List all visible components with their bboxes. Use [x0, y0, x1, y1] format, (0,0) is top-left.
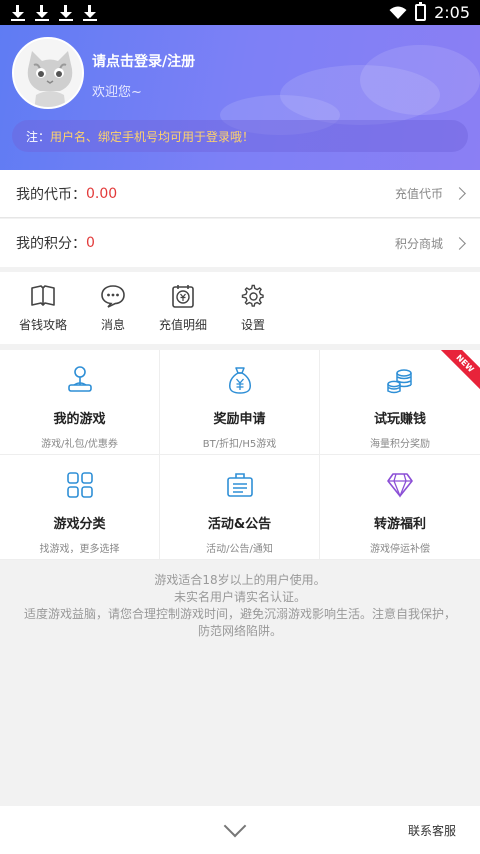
- feature-activities-announcements[interactable]: 活动&公告 活动/公告/通知: [160, 455, 320, 560]
- chevron-right-icon: [453, 236, 466, 250]
- tool-settings[interactable]: 设置: [218, 272, 288, 344]
- profile-header: 请点击登录/注册 欢迎您~ 注： 用户名、绑定手机号均可用于登录哦！: [0, 25, 480, 170]
- login-register-link[interactable]: 请点击登录/注册: [92, 51, 195, 71]
- tool-money-saving-guide[interactable]: 省钱攻略: [8, 272, 78, 344]
- feature-title: 奖励申请: [213, 412, 266, 427]
- login-notice: 注： 用户名、绑定手机号均可用于登录哦！: [12, 120, 468, 152]
- feature-title: 试玩赚钱: [373, 412, 426, 427]
- gear-icon: [241, 284, 264, 307]
- tip-line: 未实名用户请实名认证。: [173, 590, 306, 604]
- recharge-coin-link[interactable]: 充值代币: [394, 185, 466, 202]
- feature-transfer-benefits[interactable]: 转游福利 游戏停运补偿: [320, 455, 480, 560]
- points-value: 0: [86, 235, 95, 251]
- feature-grid: 我的游戏 游戏/礼包/优惠券 奖励申请 BT/折扣/H5游戏 NEW 试玩赚钱 …: [0, 350, 480, 560]
- tool-messages[interactable]: 消息: [78, 272, 148, 344]
- coin-label: 我的代币：: [16, 186, 86, 203]
- feature-title: 游戏分类: [53, 517, 106, 532]
- welcome-text: 欢迎您~: [92, 85, 142, 100]
- tip-line: 适度游戏益脑，请您合理控制游戏时间，避免沉溺游戏影响生活。注意自我保护，防范网络…: [23, 607, 456, 638]
- feature-my-games[interactable]: 我的游戏 游戏/礼包/优惠券: [0, 350, 160, 455]
- money-bag-icon: [228, 367, 251, 394]
- status-bar: 2:05: [0, 0, 480, 25]
- download-icon: [10, 4, 26, 22]
- feature-subtitle: BT/折扣/H5游戏: [202, 439, 277, 450]
- chevron-right-icon: [453, 187, 466, 200]
- download-icon: [34, 4, 50, 22]
- tool-label: 设置: [240, 318, 265, 332]
- cat-avatar-icon: [14, 39, 82, 107]
- coin-value: 0.00: [86, 185, 118, 202]
- quick-tools: 省钱攻略 消息 充值明细 设置: [0, 272, 480, 344]
- feature-title: 我的游戏: [53, 412, 106, 427]
- chat-bubble-icon: [101, 285, 125, 308]
- wifi-icon: [389, 6, 407, 19]
- notice-prefix: 注：: [26, 129, 51, 144]
- recharge-coin-label: 充值代币: [394, 187, 443, 201]
- grid-icon: [66, 472, 93, 498]
- feature-reward-application[interactable]: 奖励申请 BT/折扣/H5游戏: [160, 350, 320, 455]
- bottom-bar: 联系客服: [0, 806, 480, 854]
- feature-subtitle: 找游戏，更多选择: [39, 544, 120, 555]
- notice-text: 用户名、绑定手机号均可用于登录哦！: [50, 129, 255, 144]
- avatar[interactable]: [12, 37, 84, 109]
- notice-board-icon: [226, 473, 253, 497]
- points-mall-label: 积分商城: [394, 236, 443, 251]
- recharge-detail-icon: [172, 285, 194, 308]
- coins-icon: [387, 369, 412, 394]
- feature-subtitle: 游戏停运补偿: [370, 544, 430, 555]
- coin-row[interactable]: 我的代币： 0.00 充值代币: [0, 170, 480, 218]
- feature-subtitle: 海量积分奖励: [370, 439, 430, 450]
- download-icon: [58, 4, 74, 22]
- points-row[interactable]: 我的积分： 0 积分商城: [0, 219, 480, 267]
- contact-support-button[interactable]: 联系客服: [408, 822, 456, 839]
- joystick-icon: [67, 366, 92, 392]
- points-mall-link[interactable]: 积分商城: [394, 235, 466, 252]
- book-icon: [31, 285, 55, 306]
- diamond-icon: [387, 473, 413, 498]
- tool-label: 充值明细: [158, 318, 207, 332]
- feature-trial-earn[interactable]: NEW 试玩赚钱 海量积分奖励: [320, 350, 480, 455]
- download-notifications: [10, 4, 98, 22]
- points-label: 我的积分：: [16, 236, 86, 252]
- feature-title: 转游福利: [373, 517, 426, 532]
- feature-game-categories[interactable]: 游戏分类 找游戏，更多选择: [0, 455, 160, 560]
- feature-title: 活动&公告: [207, 517, 272, 532]
- tip-line: 游戏适合18岁以上的用户使用。: [154, 573, 326, 587]
- tool-label: 省钱攻略: [18, 318, 67, 332]
- download-icon: [82, 4, 98, 22]
- tool-recharge-details[interactable]: 充值明细: [148, 272, 218, 344]
- tool-label: 消息: [100, 318, 125, 332]
- feature-subtitle: 游戏/礼包/优惠券: [41, 439, 118, 450]
- health-tips: 游戏适合18岁以上的用户使用。 未实名用户请实名认证。 适度游戏益脑，请您合理控…: [20, 572, 460, 640]
- chevron-down-icon[interactable]: [223, 814, 247, 838]
- feature-subtitle: 活动/公告/通知: [206, 544, 273, 555]
- new-badge: NEW: [436, 350, 480, 393]
- battery-icon: [415, 2, 427, 21]
- status-time: 2:05: [434, 3, 470, 22]
